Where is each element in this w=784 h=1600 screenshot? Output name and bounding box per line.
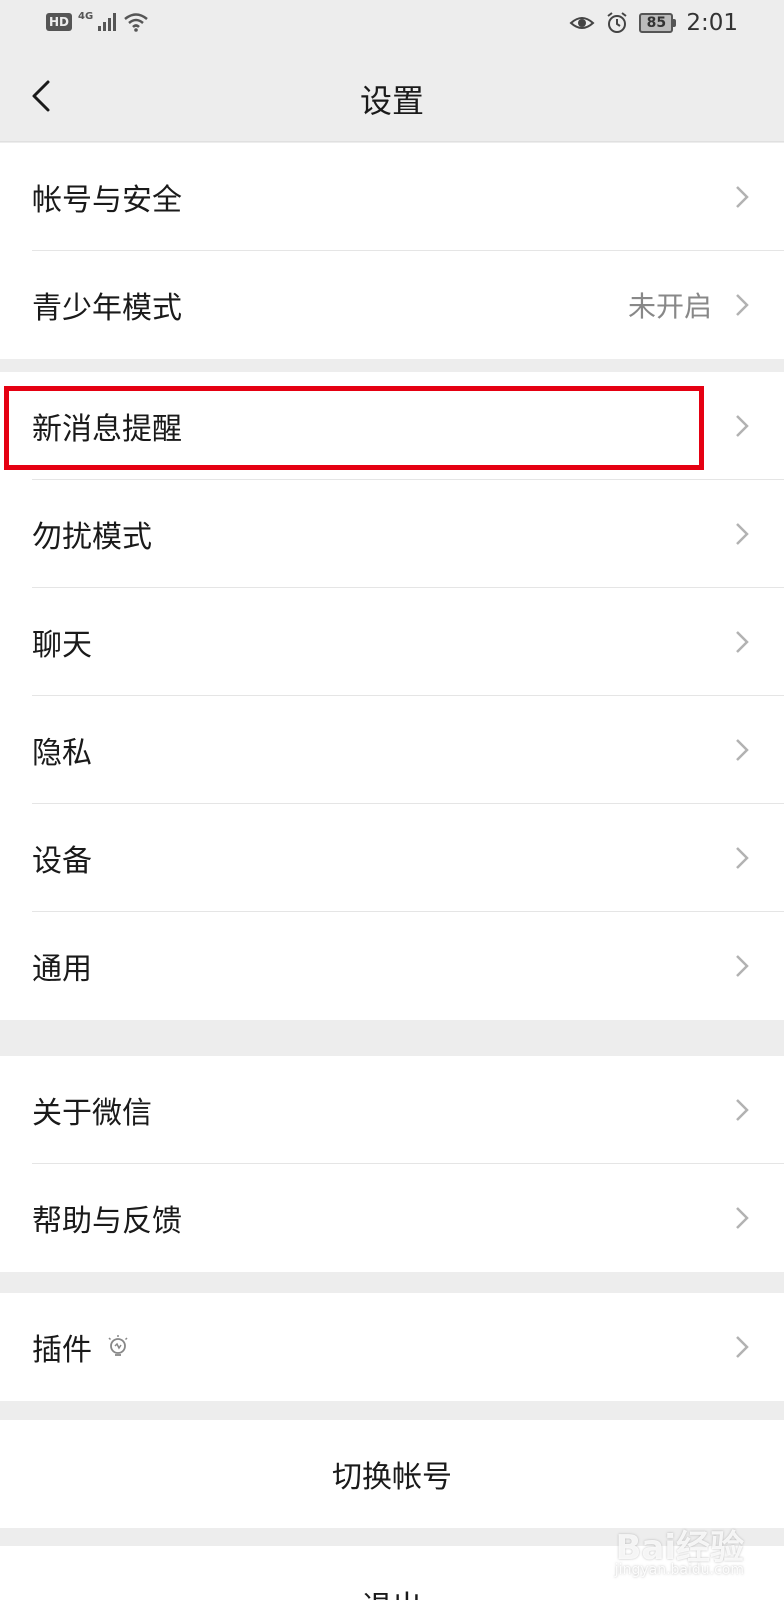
highlight-box	[4, 386, 704, 470]
battery-tip	[673, 19, 677, 27]
settings-group-about: 关于微信 帮助与反馈	[0, 1056, 784, 1272]
wifi-icon	[124, 13, 148, 32]
setting-label: 关于微信	[32, 1096, 152, 1131]
setting-label: 帐号与安全	[32, 183, 182, 218]
setting-label: 帮助与反馈	[32, 1204, 182, 1239]
nav-bar: 设置	[0, 50, 784, 142]
setting-item-chat[interactable]: 聊天	[0, 588, 784, 696]
hd-badge: HD	[46, 13, 73, 31]
chevron-right-icon	[736, 294, 749, 316]
setting-value: 未开启	[627, 290, 712, 323]
setting-label: 通用	[32, 952, 92, 987]
settings-group-account: 帐号与安全 青少年模式 未开启	[0, 143, 784, 359]
setting-label: 插件	[32, 1333, 92, 1368]
setting-item-general[interactable]: 通用	[0, 912, 784, 1020]
chevron-right-icon	[736, 415, 749, 437]
setting-item-teen-mode[interactable]: 青少年模式 未开启	[0, 251, 784, 359]
chevron-right-icon	[736, 847, 749, 869]
chevron-right-icon	[736, 1207, 749, 1229]
setting-item-about-wechat[interactable]: 关于微信	[0, 1056, 784, 1164]
signal-icon	[98, 13, 117, 31]
setting-item-do-not-disturb[interactable]: 勿扰模式	[0, 480, 784, 588]
battery-level: 85	[639, 13, 674, 33]
setting-label: 青少年模式	[32, 291, 182, 326]
baidu-watermark-url: jingyan.baidu.com	[614, 1562, 744, 1578]
setting-item-help-feedback[interactable]: 帮助与反馈	[0, 1164, 784, 1272]
switch-account-section: 切换帐号	[0, 1420, 784, 1528]
setting-item-plugins[interactable]: 插件	[0, 1293, 784, 1401]
battery-indicator: 85	[639, 13, 677, 33]
status-bar: HD 4G 85 2:01	[0, 0, 784, 50]
status-left: HD 4G	[46, 10, 149, 32]
chevron-right-icon	[736, 523, 749, 545]
chevron-right-icon	[736, 739, 749, 761]
settings-group-plugins: 插件	[0, 1293, 784, 1401]
lightbulb-icon	[108, 1335, 128, 1356]
chevron-right-icon	[736, 955, 749, 977]
switch-account-button[interactable]: 切换帐号	[0, 1420, 784, 1528]
network-type: 4G	[78, 10, 94, 22]
page-title: 设置	[359, 82, 424, 120]
setting-label: 聊天	[32, 628, 92, 663]
setting-item-account-security[interactable]: 帐号与安全	[0, 143, 784, 251]
status-time: 2:01	[686, 10, 738, 36]
setting-label-wrap: 插件	[32, 1325, 130, 1369]
setting-item-privacy[interactable]: 隐私	[0, 696, 784, 804]
chevron-right-icon	[736, 631, 749, 653]
setting-label: 设备	[32, 844, 92, 879]
chevron-right-icon	[736, 186, 749, 208]
setting-label: 勿扰模式	[32, 520, 152, 555]
setting-item-devices[interactable]: 设备	[0, 804, 784, 912]
chevron-right-icon	[736, 1336, 749, 1358]
chevron-right-icon	[736, 1099, 749, 1121]
setting-label: 隐私	[32, 736, 92, 771]
alarm-icon	[607, 12, 627, 33]
status-right: 85 2:01	[569, 10, 738, 36]
eye-comfort-icon	[569, 17, 595, 29]
